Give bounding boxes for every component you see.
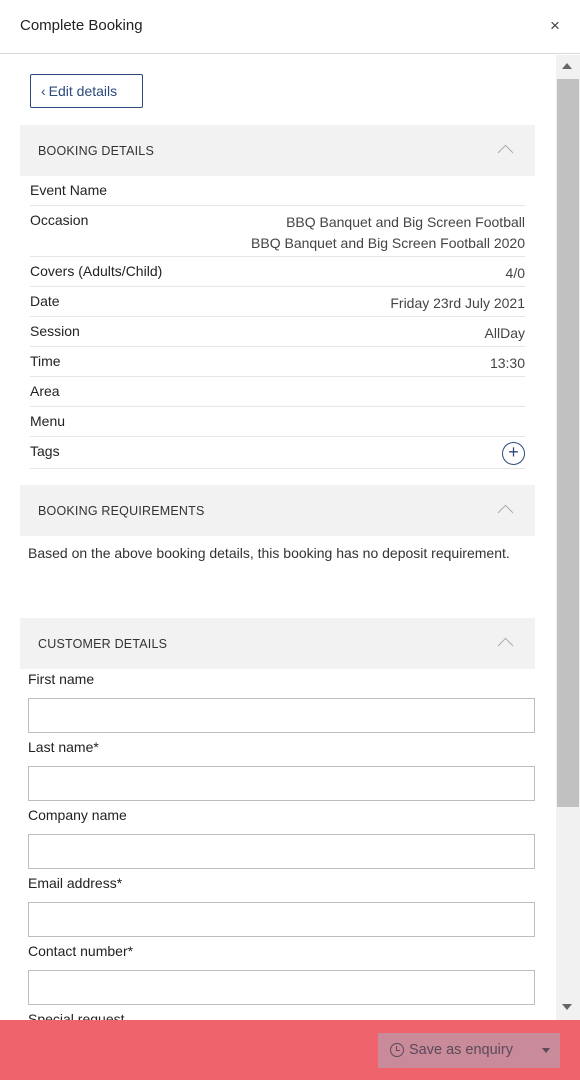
chevron-up-icon[interactable]	[497, 144, 514, 161]
email-address-label: Email address*	[28, 875, 123, 891]
dialog-header: Complete Booking ×	[0, 0, 580, 54]
detail-row-tags: Tags +	[30, 437, 525, 469]
edit-details-button[interactable]: ‹ Edit details	[30, 74, 143, 108]
last-name-field[interactable]	[28, 766, 535, 801]
chevron-left-icon: ‹	[41, 83, 46, 99]
scroll-down-icon[interactable]	[562, 1004, 572, 1010]
occasion-line: BBQ Banquet and Big Screen Football 2020	[251, 235, 525, 251]
detail-label: Session	[30, 323, 80, 339]
detail-row-occasion: Occasion BBQ Banquet and Big Screen Foot…	[30, 206, 525, 257]
detail-row-session: Session AllDay	[30, 317, 525, 347]
detail-value: BBQ Banquet and Big Screen Football BBQ …	[251, 212, 525, 254]
footer-bar: Save as enquiry	[0, 1020, 580, 1080]
detail-label: Occasion	[30, 212, 89, 228]
detail-label: Tags	[30, 443, 60, 459]
detail-row-menu: Menu	[30, 407, 525, 437]
section-title: CUSTOMER DETAILS	[38, 637, 168, 651]
section-title: BOOKING DETAILS	[38, 144, 154, 158]
special-request-label: Special request	[28, 1011, 125, 1020]
scrollbar-thumb[interactable]	[557, 79, 579, 807]
section-title: BOOKING REQUIREMENTS	[38, 504, 205, 518]
detail-value: 4/0	[505, 265, 525, 281]
deposit-requirement-text: Based on the above booking details, this…	[28, 545, 510, 561]
detail-label: Covers (Adults/Child)	[30, 263, 163, 279]
detail-row-event-name: Event Name	[30, 176, 525, 206]
detail-row-time: Time 13:30	[30, 347, 525, 377]
add-tag-icon[interactable]: +	[502, 442, 525, 465]
detail-label: Date	[30, 293, 60, 309]
chevron-up-icon[interactable]	[497, 637, 514, 654]
chevron-up-icon[interactable]	[497, 504, 514, 521]
booking-details-header[interactable]: BOOKING DETAILS	[20, 125, 535, 176]
detail-row-area: Area	[30, 377, 525, 407]
contact-number-field[interactable]	[28, 970, 535, 1005]
booking-requirements-header[interactable]: BOOKING REQUIREMENTS	[20, 485, 535, 536]
save-as-enquiry-button[interactable]: Save as enquiry	[378, 1033, 560, 1068]
scroll-up-icon[interactable]	[562, 63, 572, 69]
first-name-label: First name	[28, 671, 95, 687]
occasion-line: BBQ Banquet and Big Screen Football	[286, 214, 525, 230]
detail-label: Time	[30, 353, 61, 369]
detail-label: Event Name	[30, 182, 108, 198]
detail-label: Area	[30, 383, 60, 399]
booking-form-scroll[interactable]: ‹ Edit details BOOKING DETAILS Event Name…	[0, 55, 556, 1020]
clock-icon	[390, 1043, 404, 1057]
dialog-title: Complete Booking	[20, 17, 143, 34]
detail-value: AllDay	[484, 325, 525, 341]
company-name-label: Company name	[28, 807, 127, 823]
email-field[interactable]	[28, 902, 535, 937]
edit-details-label: Edit details	[48, 83, 118, 99]
company-name-field[interactable]	[28, 834, 535, 869]
customer-details-header[interactable]: CUSTOMER DETAILS	[20, 618, 535, 669]
detail-row-date: Date Friday 23rd July 2021	[30, 287, 525, 317]
close-icon[interactable]: ×	[546, 16, 564, 36]
first-name-field[interactable]	[28, 698, 535, 733]
detail-value: 13:30	[489, 355, 525, 371]
last-name-label: Last name*	[28, 739, 99, 755]
detail-row-covers: Covers (Adults/Child) 4/0	[30, 257, 525, 287]
vertical-scrollbar[interactable]	[556, 55, 580, 1020]
contact-number-label: Contact number*	[28, 943, 134, 959]
save-as-enquiry-label: Save as enquiry	[409, 1042, 513, 1058]
detail-label: Menu	[30, 413, 66, 429]
caret-down-icon[interactable]	[542, 1048, 550, 1053]
detail-value: Friday 23rd July 2021	[390, 295, 525, 311]
